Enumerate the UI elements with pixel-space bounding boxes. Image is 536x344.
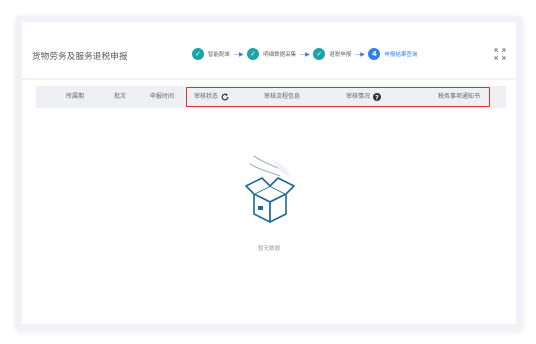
- check-icon: ✓: [192, 48, 204, 60]
- step-label: 退税申报: [329, 52, 352, 58]
- empty-box-icon: [245, 155, 295, 223]
- step-refund-declaration[interactable]: ✓ 退税申报: [313, 48, 351, 60]
- arrow-right-icon: ---▶: [234, 50, 244, 58]
- empty-state-text: 暂无数据: [257, 246, 280, 252]
- step-number-badge: 4: [368, 48, 381, 60]
- step-smart-allocation[interactable]: ✓ 智能配单: [192, 48, 230, 60]
- step-label: 申报结果查询: [384, 52, 418, 58]
- step-label: 智能配单: [208, 52, 231, 58]
- column-batch[interactable]: 批次: [114, 86, 126, 108]
- check-icon: ✓: [247, 48, 260, 60]
- table-header: 所属期 批次 申报时间 审核状态 审核流程信息 审核情况 ? 税务事项通知书: [36, 86, 506, 108]
- page-header: 货物劳务及服务退税申报 ✓ 智能配单 ---▶ ✓ 明细数据采集 ---▶ ✓ …: [22, 22, 516, 78]
- arrow-right-icon: ---▶: [300, 50, 310, 58]
- step-result-query[interactable]: 4 申报结果查询: [368, 48, 417, 60]
- check-icon: ✓: [313, 48, 326, 60]
- arrow-right-icon: ---▶: [355, 50, 365, 58]
- step-label: 明细数据采集: [263, 52, 297, 58]
- step-detail-collection[interactable]: ✓ 明细数据采集: [247, 48, 296, 60]
- column-declare-time[interactable]: 申报时间: [150, 86, 174, 108]
- column-period[interactable]: 所属期: [66, 86, 84, 108]
- expand-icon[interactable]: [494, 48, 506, 60]
- page-container: 货物劳务及服务退税申报 ✓ 智能配单 ---▶ ✓ 明细数据采集 ---▶ ✓ …: [16, 16, 522, 330]
- highlight-box: [186, 87, 490, 107]
- result-panel: 所属期 批次 申报时间 审核状态 审核流程信息 审核情况 ? 税务事项通知书 暂…: [22, 80, 516, 324]
- page-title: 货物劳务及服务退税申报: [32, 52, 128, 62]
- progress-steps: ✓ 智能配单 ---▶ ✓ 明细数据采集 ---▶ ✓ 退税申报 ---▶ 4 …: [192, 47, 417, 61]
